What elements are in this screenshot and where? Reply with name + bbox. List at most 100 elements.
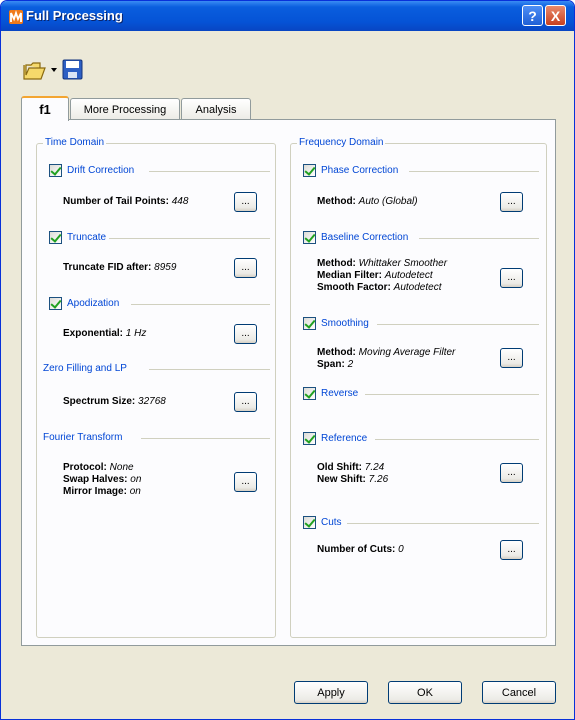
help-button[interactable]: ? — [522, 5, 543, 26]
divider — [131, 304, 270, 305]
reference-label: Reference — [321, 433, 368, 444]
cuts-settings-button[interactable]: ... — [500, 540, 523, 560]
time-domain-group: Time Domain Drift Correction Number of T… — [36, 137, 276, 638]
phase-method-value: Auto (Global) — [358, 196, 418, 207]
old-shift-value: 7.24 — [364, 462, 385, 473]
checkbox-checked-icon[interactable] — [303, 387, 316, 400]
zero-filling-settings-button[interactable]: ... — [234, 392, 257, 412]
mirror-image-value: on — [129, 486, 141, 497]
median-filter-label: Median Filter: — [317, 270, 383, 281]
tab-analysis[interactable]: Analysis — [181, 98, 251, 120]
divider — [149, 171, 270, 172]
smoothing-checkbox[interactable]: Smoothing — [303, 317, 369, 330]
truncate-settings-button[interactable]: ... — [234, 258, 257, 278]
zero-filling-title: Zero Filling and LP — [43, 363, 127, 374]
baseline-correction-checkbox[interactable]: Baseline Correction — [303, 231, 408, 244]
fourier-transform-title: Fourier Transform — [43, 432, 123, 443]
spectrum-size-value: 32768 — [138, 396, 166, 407]
spectrum-size-label: Spectrum Size: — [63, 396, 136, 407]
swap-halves-label: Swap Halves: — [63, 474, 128, 485]
divider — [347, 523, 539, 524]
tail-points-label: Number of Tail Points: — [63, 196, 169, 207]
mirror-image-label: Mirror Image: — [63, 486, 127, 497]
divider — [149, 369, 270, 370]
smooth-factor-label: Smooth Factor: — [317, 282, 391, 293]
cancel-button[interactable]: Cancel — [482, 681, 556, 704]
reverse-label: Reverse — [321, 388, 359, 399]
drift-settings-button[interactable]: ... — [234, 192, 257, 212]
window-title: Full Processing — [26, 8, 123, 23]
reference-checkbox[interactable]: Reference — [303, 432, 367, 445]
truncate-checkbox[interactable]: Truncate — [49, 231, 106, 244]
protocol-label: Protocol: — [63, 462, 107, 473]
smoothing-settings-button[interactable]: ... — [500, 348, 523, 368]
frequency-domain-group: Frequency Domain Phase Correction Method… — [290, 137, 547, 638]
phase-correction-checkbox[interactable]: Phase Correction — [303, 164, 398, 177]
apodization-checkbox[interactable]: Apodization — [49, 297, 119, 310]
divider — [141, 438, 270, 439]
protocol-value: None — [109, 462, 134, 473]
divider — [109, 238, 270, 239]
phase-correction-label: Phase Correction — [321, 165, 399, 176]
phase-settings-button[interactable]: ... — [500, 192, 523, 212]
divider — [365, 394, 539, 395]
divider — [409, 171, 539, 172]
divider — [375, 439, 539, 440]
checkbox-checked-icon[interactable] — [303, 432, 316, 445]
checkbox-checked-icon[interactable] — [49, 164, 62, 177]
new-shift-value: 7.26 — [368, 474, 389, 485]
cuts-checkbox[interactable]: Cuts — [303, 516, 342, 529]
baseline-settings-button[interactable]: ... — [500, 268, 523, 288]
smooth-factor-value: Autodetect — [393, 282, 442, 293]
smoothing-label: Smoothing — [321, 318, 369, 329]
dropdown-arrow-icon[interactable] — [51, 68, 57, 72]
old-shift-label: Old Shift: — [317, 462, 362, 473]
swap-halves-value: on — [130, 474, 142, 485]
app-logo-icon — [9, 10, 23, 24]
reference-settings-button[interactable]: ... — [500, 463, 523, 483]
exponential-label: Exponential: — [63, 328, 124, 339]
smoothing-method-label: Method: — [317, 347, 356, 358]
apodization-settings-button[interactable]: ... — [234, 324, 257, 344]
checkbox-checked-icon[interactable] — [303, 231, 316, 244]
apodization-label: Apodization — [67, 298, 120, 309]
phase-method-label: Method: — [317, 196, 356, 207]
drift-correction-label: Drift Correction — [67, 165, 135, 176]
save-icon[interactable] — [62, 59, 83, 80]
cuts-label: Cuts — [321, 517, 342, 528]
drift-correction-checkbox[interactable]: Drift Correction — [49, 164, 134, 177]
checkbox-checked-icon[interactable] — [49, 297, 62, 310]
apply-button[interactable]: Apply — [294, 681, 368, 704]
close-button[interactable]: X — [545, 5, 566, 26]
tail-points-value: 448 — [171, 196, 189, 207]
checkbox-checked-icon[interactable] — [303, 317, 316, 330]
checkbox-checked-icon[interactable] — [303, 516, 316, 529]
checkbox-checked-icon[interactable] — [49, 231, 62, 244]
checkbox-checked-icon[interactable] — [303, 164, 316, 177]
frequency-domain-title: Frequency Domain — [297, 137, 386, 148]
new-shift-label: New Shift: — [317, 474, 366, 485]
tab-f1[interactable]: f1 — [21, 96, 69, 121]
median-filter-value: Autodetect — [384, 270, 433, 281]
time-domain-title: Time Domain — [43, 137, 107, 148]
divider — [377, 324, 539, 325]
span-label: Span: — [317, 359, 345, 370]
baseline-method-label: Method: — [317, 258, 356, 269]
open-folder-icon[interactable] — [23, 59, 47, 81]
ok-button[interactable]: OK — [388, 681, 462, 704]
truncate-label: Truncate — [67, 232, 107, 243]
tab-panel: Time Domain Drift Correction Number of T… — [21, 119, 556, 646]
title-bar[interactable]: Full Processing ? X — [1, 1, 574, 31]
fourier-settings-button[interactable]: ... — [234, 472, 257, 492]
exponential-value: 1 Hz — [125, 328, 147, 339]
divider — [419, 238, 539, 239]
reverse-checkbox[interactable]: Reverse — [303, 387, 358, 400]
span-value: 2 — [347, 359, 354, 370]
baseline-method-value: Whittaker Smoother — [358, 258, 448, 269]
full-processing-dialog: Full Processing ? X f1 More Processing A… — [0, 0, 575, 720]
truncate-fid-value: 8959 — [154, 262, 177, 273]
number-of-cuts-value: 0 — [398, 544, 404, 555]
baseline-correction-label: Baseline Correction — [321, 232, 409, 243]
smoothing-method-value: Moving Average Filter — [358, 347, 456, 358]
tab-more-processing[interactable]: More Processing — [70, 98, 180, 120]
